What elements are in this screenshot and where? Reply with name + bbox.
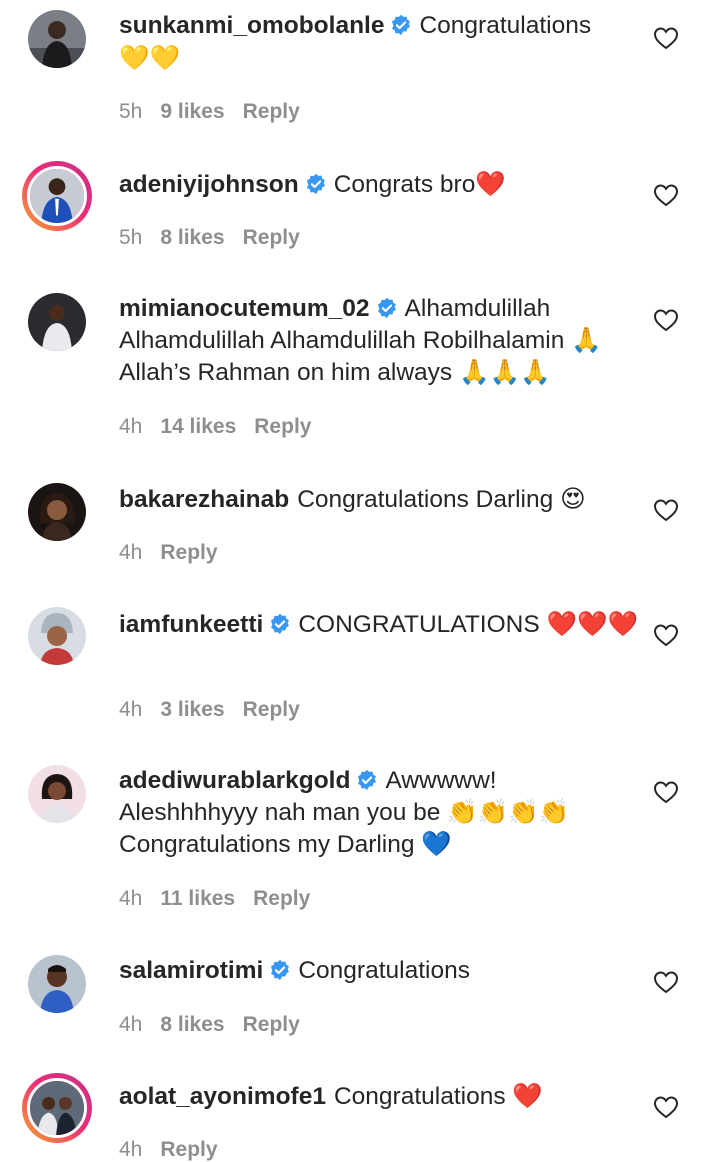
comment-body: Congrats bro (333, 171, 476, 198)
avatar-image (28, 607, 86, 665)
username-link[interactable]: adediwurablarkgold (119, 767, 350, 794)
reply-button[interactable]: Reply (160, 1138, 217, 1161)
comment-text: salamirotimi Congratulations (119, 955, 639, 987)
timestamp: 5h (119, 100, 143, 123)
avatar[interactable] (28, 765, 86, 823)
comment-meta: 4h 14 likes Reply (119, 415, 329, 439)
avatar-image (27, 166, 87, 226)
username-link[interactable]: bakarezhainab (119, 486, 289, 513)
username-link[interactable]: salamirotimi (119, 957, 263, 984)
comment-meta: 5h 8 likes Reply (119, 226, 318, 250)
avatar[interactable] (28, 607, 86, 665)
comment-emoji: 💛💛 (119, 43, 181, 72)
avatar[interactable] (28, 955, 86, 1013)
comment-text: adediwurablarkgold Awwwww! Aleshhhhyyy na… (119, 765, 639, 861)
username-link[interactable]: mimianocutemum_02 (119, 295, 370, 322)
avatar-image (28, 955, 86, 1013)
timestamp: 4h (119, 698, 143, 721)
heart-outline-icon[interactable] (653, 308, 679, 332)
avatar-image (28, 483, 86, 541)
comment-emoji: ❤️ (512, 1081, 543, 1110)
heart-outline-icon[interactable] (653, 26, 679, 50)
comment-text: iamfunkeetti CONGRATULATIONS ❤️❤️❤️ (119, 608, 639, 641)
avatar-image (28, 765, 86, 823)
avatar-image (28, 293, 86, 351)
avatar[interactable] (28, 293, 86, 351)
reply-button[interactable]: Reply (243, 226, 300, 249)
likes-count[interactable]: 8 likes (160, 226, 224, 249)
comment-body: Congratulations (419, 12, 592, 39)
username-link[interactable]: sunkanmi_omobolanle (119, 12, 384, 39)
avatar[interactable] (28, 483, 86, 541)
comment-text: aolat_ayonimofe1 Congratulations ❤️ (119, 1080, 639, 1113)
heart-outline-icon[interactable] (653, 780, 679, 804)
comment-body: CONGRATULATIONS (298, 611, 540, 638)
username-link[interactable]: iamfunkeetti (119, 611, 263, 638)
likes-count[interactable]: 14 likes (160, 415, 236, 438)
comment-meta: 5h 9 likes Reply (119, 100, 318, 124)
comment-body: Congratulations (333, 1083, 506, 1110)
reply-button[interactable]: Reply (243, 1013, 300, 1036)
comment-body: Congratulations Darling (297, 486, 554, 513)
heart-outline-icon[interactable] (653, 623, 679, 647)
comment-meta: 4h 3 likes Reply (119, 698, 318, 722)
comment-text: mimianocutemum_02 Alhamdulillah Alhamduli… (119, 293, 639, 389)
likes-count[interactable]: 11 likes (160, 887, 235, 910)
comment-emoji: ❤️❤️❤️ (546, 609, 639, 638)
verified-badge-icon (390, 14, 412, 36)
verified-badge-icon (356, 769, 378, 791)
reply-button[interactable]: Reply (254, 415, 311, 438)
username-link[interactable]: adeniyijohnson (119, 171, 299, 198)
avatar-image (27, 1078, 87, 1138)
reply-button[interactable]: Reply (253, 887, 310, 910)
comment-text: adeniyijohnson Congrats bro❤️ (119, 168, 639, 201)
comment-emoji: 😍 (560, 484, 586, 513)
verified-badge-icon (305, 173, 327, 195)
verified-badge-icon (269, 959, 291, 981)
comment-text: bakarezhainab Congratulations Darling 😍 (119, 483, 639, 516)
heart-outline-icon[interactable] (653, 183, 679, 207)
timestamp: 4h (119, 541, 143, 564)
heart-outline-icon[interactable] (653, 1095, 679, 1119)
comment-emoji: ❤️ (475, 169, 506, 198)
username-link[interactable]: aolat_ayonimofe1 (119, 1083, 326, 1110)
likes-count[interactable]: 9 likes (160, 100, 224, 123)
avatar-story-ring[interactable] (22, 1073, 92, 1143)
avatar[interactable] (28, 10, 86, 68)
avatar-image (28, 10, 86, 68)
comment-meta: 4h 8 likes Reply (119, 1013, 318, 1037)
likes-count[interactable]: 3 likes (160, 698, 224, 721)
timestamp: 5h (119, 226, 143, 249)
heart-outline-icon[interactable] (653, 498, 679, 522)
verified-badge-icon (376, 297, 398, 319)
likes-count[interactable]: 8 likes (160, 1013, 224, 1036)
avatar-story-ring[interactable] (22, 161, 92, 231)
reply-button[interactable]: Reply (160, 541, 217, 564)
heart-outline-icon[interactable] (653, 970, 679, 994)
timestamp: 4h (119, 1138, 143, 1161)
comment-meta: 4h Reply (119, 1138, 236, 1162)
comment-meta: 4h 11 likes Reply (119, 887, 328, 911)
comment-text: sunkanmi_omobolanle Congratulations 💛💛 (119, 10, 639, 75)
verified-badge-icon (269, 613, 291, 635)
timestamp: 4h (119, 1013, 143, 1036)
timestamp: 4h (119, 887, 143, 910)
reply-button[interactable]: Reply (243, 698, 300, 721)
reply-button[interactable]: Reply (243, 100, 300, 123)
comment-meta: 4h Reply (119, 541, 236, 565)
timestamp: 4h (119, 415, 143, 438)
comment-body: Congratulations (298, 957, 470, 984)
